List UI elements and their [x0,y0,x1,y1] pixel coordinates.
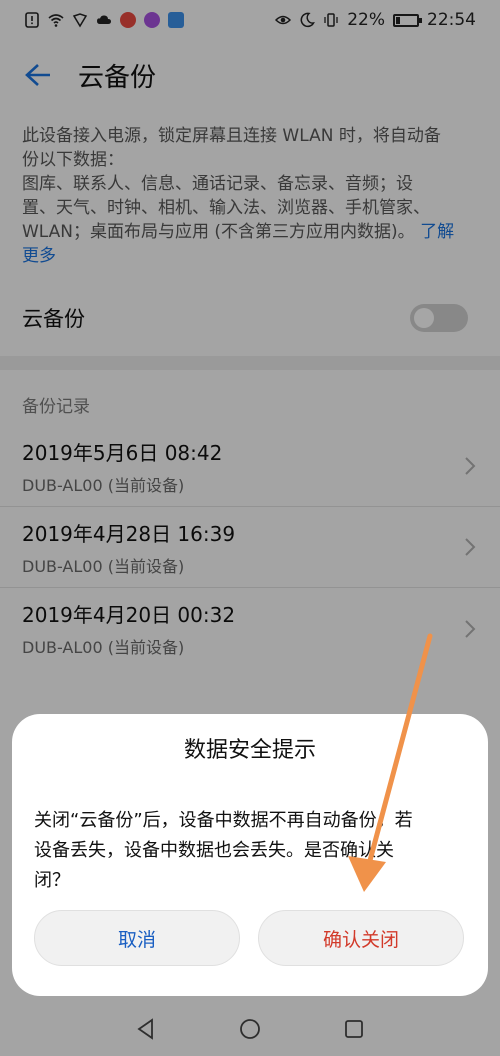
dialog-message-line: 关闭“云备份”后，设备中数据不再自动备份。若 [34,810,413,831]
dialog-title: 数据安全提示 [183,738,316,763]
dialog-message: 关闭“云备份”后，设备中数据不再自动备份。若 设备丢失，设备中数据也会丢失。是否… [34,806,470,896]
dialog-message-line: 设备丢失，设备中数据也会丢失。是否确认关 [34,840,394,861]
confirm-close-button[interactable]: 确认关闭 [258,910,464,966]
data-security-dialog: 数据安全提示 关闭“云备份”后，设备中数据不再自动备份。若 设备丢失，设备中数据… [12,714,488,996]
cancel-button[interactable]: 取消 [34,910,240,966]
dialog-message-line: 闭？ [34,870,70,891]
